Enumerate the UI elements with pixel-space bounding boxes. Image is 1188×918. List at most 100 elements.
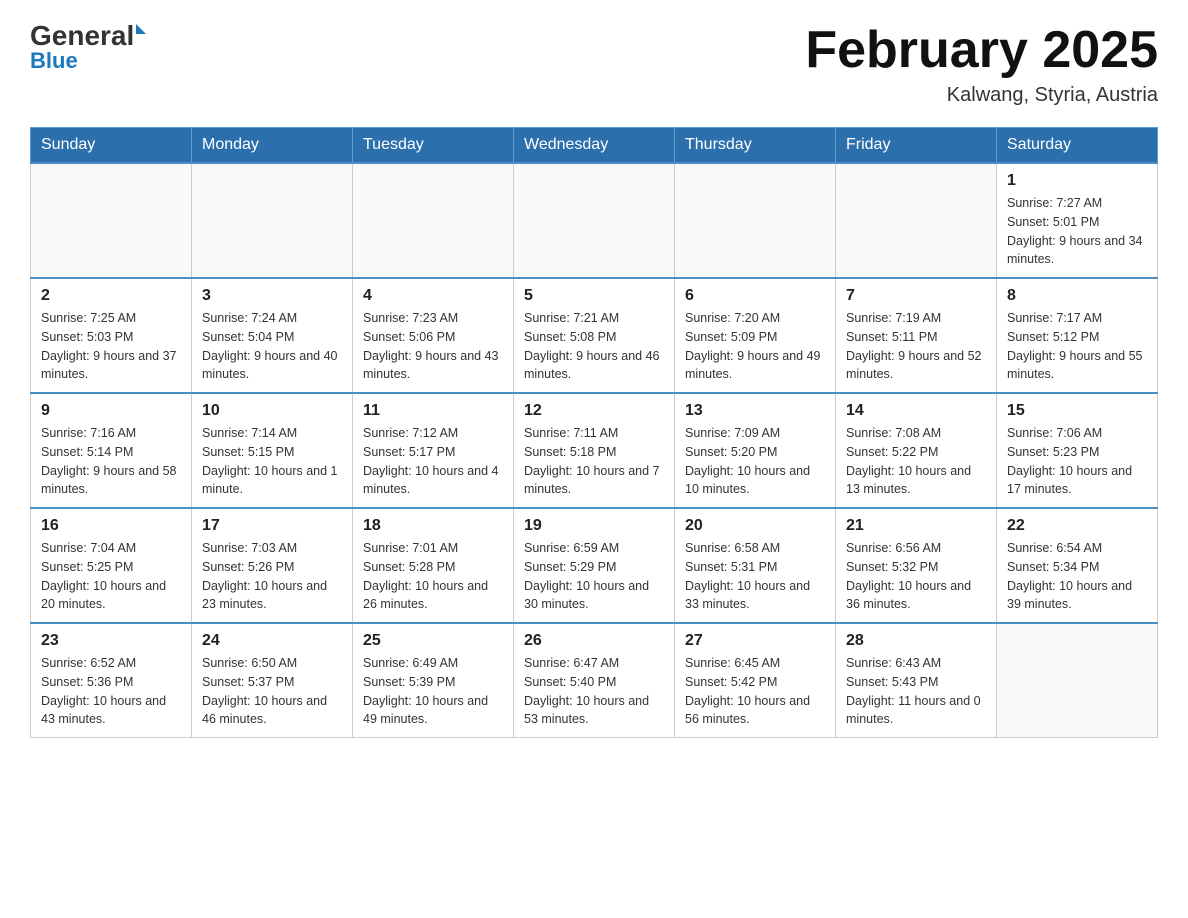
calendar-cell: 12 Sunrise: 7:11 AMSunset: 5:18 PMDayligh…: [514, 393, 675, 508]
day-number: 19: [524, 517, 664, 535]
day-info: Sunrise: 6:59 AMSunset: 5:29 PMDaylight:…: [524, 539, 664, 614]
calendar-week-row: 16 Sunrise: 7:04 AMSunset: 5:25 PMDayligh…: [31, 508, 1158, 623]
calendar-cell: 23 Sunrise: 6:52 AMSunset: 5:36 PMDayligh…: [31, 623, 192, 738]
calendar-cell: 22 Sunrise: 6:54 AMSunset: 5:34 PMDayligh…: [997, 508, 1158, 623]
calendar-cell: 5 Sunrise: 7:21 AMSunset: 5:08 PMDaylight…: [514, 278, 675, 393]
calendar-cell: 11 Sunrise: 7:12 AMSunset: 5:17 PMDayligh…: [353, 393, 514, 508]
day-number: 9: [41, 402, 181, 420]
calendar-cell: 21 Sunrise: 6:56 AMSunset: 5:32 PMDayligh…: [836, 508, 997, 623]
calendar-cell: [192, 163, 353, 278]
calendar-cell: 18 Sunrise: 7:01 AMSunset: 5:28 PMDayligh…: [353, 508, 514, 623]
day-number: 8: [1007, 287, 1147, 305]
day-info: Sunrise: 6:52 AMSunset: 5:36 PMDaylight:…: [41, 654, 181, 729]
day-number: 17: [202, 517, 342, 535]
calendar-week-row: 2 Sunrise: 7:25 AMSunset: 5:03 PMDaylight…: [31, 278, 1158, 393]
day-number: 18: [363, 517, 503, 535]
calendar-cell: 6 Sunrise: 7:20 AMSunset: 5:09 PMDaylight…: [675, 278, 836, 393]
calendar-week-row: 9 Sunrise: 7:16 AMSunset: 5:14 PMDaylight…: [31, 393, 1158, 508]
day-info: Sunrise: 7:03 AMSunset: 5:26 PMDaylight:…: [202, 539, 342, 614]
weekday-header-row: SundayMondayTuesdayWednesdayThursdayFrid…: [31, 128, 1158, 164]
calendar-cell: 3 Sunrise: 7:24 AMSunset: 5:04 PMDaylight…: [192, 278, 353, 393]
calendar-cell: 20 Sunrise: 6:58 AMSunset: 5:31 PMDayligh…: [675, 508, 836, 623]
calendar-week-row: 1 Sunrise: 7:27 AMSunset: 5:01 PMDaylight…: [31, 163, 1158, 278]
day-number: 10: [202, 402, 342, 420]
calendar-cell: [353, 163, 514, 278]
day-info: Sunrise: 7:09 AMSunset: 5:20 PMDaylight:…: [685, 424, 825, 499]
calendar-cell: 15 Sunrise: 7:06 AMSunset: 5:23 PMDayligh…: [997, 393, 1158, 508]
day-number: 7: [846, 287, 986, 305]
day-info: Sunrise: 7:21 AMSunset: 5:08 PMDaylight:…: [524, 309, 664, 384]
day-number: 5: [524, 287, 664, 305]
calendar-cell: 10Sunrise: 7:14 AMSunset: 5:15 PMDayligh…: [192, 393, 353, 508]
calendar-cell: 25 Sunrise: 6:49 AMSunset: 5:39 PMDayligh…: [353, 623, 514, 738]
day-info: Sunrise: 6:58 AMSunset: 5:31 PMDaylight:…: [685, 539, 825, 614]
logo-blue: Blue: [30, 48, 78, 74]
day-info: Sunrise: 6:54 AMSunset: 5:34 PMDaylight:…: [1007, 539, 1147, 614]
day-number: 1: [1007, 172, 1147, 190]
day-number: 23: [41, 632, 181, 650]
calendar-cell: [31, 163, 192, 278]
weekday-header: Wednesday: [514, 128, 675, 164]
weekday-header: Monday: [192, 128, 353, 164]
day-number: 26: [524, 632, 664, 650]
day-number: 28: [846, 632, 986, 650]
day-info: Sunrise: 7:23 AMSunset: 5:06 PMDaylight:…: [363, 309, 503, 384]
calendar-cell: [675, 163, 836, 278]
title-block: February 2025 Kalwang, Styria, Austria: [805, 20, 1158, 107]
calendar-cell: 17 Sunrise: 7:03 AMSunset: 5:26 PMDayligh…: [192, 508, 353, 623]
day-number: 21: [846, 517, 986, 535]
day-number: 15: [1007, 402, 1147, 420]
weekday-header: Sunday: [31, 128, 192, 164]
calendar-cell: 2 Sunrise: 7:25 AMSunset: 5:03 PMDaylight…: [31, 278, 192, 393]
calendar-cell: 14 Sunrise: 7:08 AMSunset: 5:22 PMDayligh…: [836, 393, 997, 508]
day-info: Sunrise: 6:56 AMSunset: 5:32 PMDaylight:…: [846, 539, 986, 614]
month-title: February 2025: [805, 20, 1158, 80]
day-info: Sunrise: 7:04 AMSunset: 5:25 PMDaylight:…: [41, 539, 181, 614]
calendar-cell: 24Sunrise: 6:50 AMSunset: 5:37 PMDayligh…: [192, 623, 353, 738]
weekday-header: Thursday: [675, 128, 836, 164]
logo: General Blue: [30, 20, 146, 74]
day-info: Sunrise: 6:49 AMSunset: 5:39 PMDaylight:…: [363, 654, 503, 729]
day-info: Sunrise: 6:45 AMSunset: 5:42 PMDaylight:…: [685, 654, 825, 729]
calendar-cell: 7Sunrise: 7:19 AMSunset: 5:11 PMDaylight…: [836, 278, 997, 393]
location: Kalwang, Styria, Austria: [805, 84, 1158, 107]
day-info: Sunrise: 7:27 AMSunset: 5:01 PMDaylight:…: [1007, 194, 1147, 269]
calendar-cell: 8Sunrise: 7:17 AMSunset: 5:12 PMDaylight…: [997, 278, 1158, 393]
day-number: 12: [524, 402, 664, 420]
day-number: 25: [363, 632, 503, 650]
day-number: 3: [202, 287, 342, 305]
calendar-cell: 4 Sunrise: 7:23 AMSunset: 5:06 PMDaylight…: [353, 278, 514, 393]
page-header: General Blue February 2025 Kalwang, Styr…: [30, 20, 1158, 107]
calendar-cell: 19 Sunrise: 6:59 AMSunset: 5:29 PMDayligh…: [514, 508, 675, 623]
calendar-table: SundayMondayTuesdayWednesdayThursdayFrid…: [30, 127, 1158, 738]
day-info: Sunrise: 6:47 AMSunset: 5:40 PMDaylight:…: [524, 654, 664, 729]
day-info: Sunrise: 7:20 AMSunset: 5:09 PMDaylight:…: [685, 309, 825, 384]
day-info: Sunrise: 7:11 AMSunset: 5:18 PMDaylight:…: [524, 424, 664, 499]
calendar-cell: 13 Sunrise: 7:09 AMSunset: 5:20 PMDayligh…: [675, 393, 836, 508]
day-number: 2: [41, 287, 181, 305]
day-info: Sunrise: 7:06 AMSunset: 5:23 PMDaylight:…: [1007, 424, 1147, 499]
day-info: Sunrise: 7:01 AMSunset: 5:28 PMDaylight:…: [363, 539, 503, 614]
day-number: 4: [363, 287, 503, 305]
calendar-cell: [997, 623, 1158, 738]
day-number: 24: [202, 632, 342, 650]
calendar-cell: 1 Sunrise: 7:27 AMSunset: 5:01 PMDaylight…: [997, 163, 1158, 278]
logo-arrow-icon: [136, 24, 146, 34]
day-number: 22: [1007, 517, 1147, 535]
day-number: 11: [363, 402, 503, 420]
calendar-cell: 16 Sunrise: 7:04 AMSunset: 5:25 PMDayligh…: [31, 508, 192, 623]
day-number: 20: [685, 517, 825, 535]
day-number: 6: [685, 287, 825, 305]
day-info: Sunrise: 7:24 AMSunset: 5:04 PMDaylight:…: [202, 309, 342, 384]
day-number: 13: [685, 402, 825, 420]
calendar-cell: 9 Sunrise: 7:16 AMSunset: 5:14 PMDaylight…: [31, 393, 192, 508]
day-info: Sunrise: 7:08 AMSunset: 5:22 PMDaylight:…: [846, 424, 986, 499]
day-number: 14: [846, 402, 986, 420]
calendar-cell: 26 Sunrise: 6:47 AMSunset: 5:40 PMDayligh…: [514, 623, 675, 738]
day-info: Sunrise: 7:12 AMSunset: 5:17 PMDaylight:…: [363, 424, 503, 499]
day-number: 16: [41, 517, 181, 535]
day-info: Sunrise: 7:25 AMSunset: 5:03 PMDaylight:…: [41, 309, 181, 384]
weekday-header: Friday: [836, 128, 997, 164]
day-info: Sunrise: 6:43 AMSunset: 5:43 PMDaylight:…: [846, 654, 986, 729]
day-info: Sunrise: 7:16 AMSunset: 5:14 PMDaylight:…: [41, 424, 181, 499]
